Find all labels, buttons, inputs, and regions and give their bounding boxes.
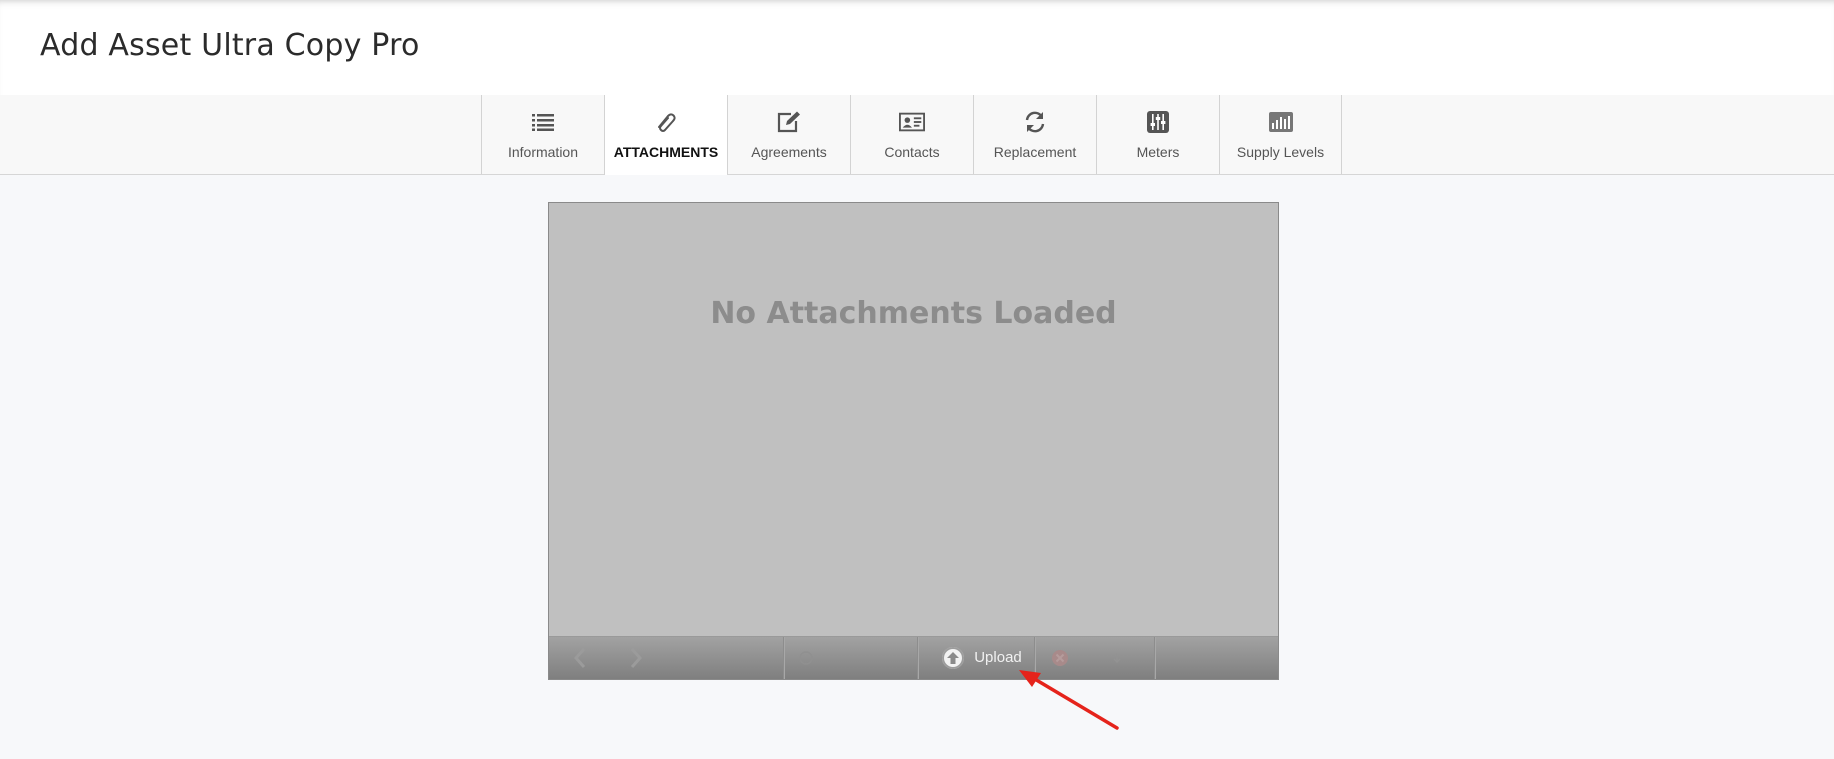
chevron-left-icon[interactable] (567, 637, 593, 679)
toolbar-divider (917, 637, 918, 679)
page-title: Add Asset Ultra Copy Pro (40, 28, 420, 63)
list-icon (530, 111, 556, 133)
sliders-icon (1145, 111, 1171, 133)
chevron-right-icon[interactable] (623, 637, 649, 679)
download-icon[interactable] (1109, 637, 1125, 679)
paperclip-icon (653, 111, 679, 133)
toolbar-divider (783, 637, 784, 679)
viewer-toolbar: Upload (549, 636, 1278, 679)
contact-card-icon (899, 111, 925, 133)
tab-meters[interactable]: Meters (1096, 95, 1219, 174)
tab-supply-levels[interactable]: Supply Levels (1219, 95, 1342, 174)
edit-icon (776, 111, 802, 133)
tab-list: Information ATTACHMENTS Agreements Conta… (481, 95, 1342, 175)
page-header: Add Asset Ultra Copy Pro (0, 0, 1834, 96)
tab-replacement[interactable]: Replacement (973, 95, 1096, 174)
refresh-icon (1022, 111, 1048, 133)
delete-icon[interactable] (1048, 637, 1072, 679)
empty-state-message: No Attachments Loaded (710, 296, 1117, 331)
tab-information-label: Information (507, 144, 579, 160)
toolbar-divider (1154, 637, 1155, 679)
toolbar-divider (1034, 637, 1035, 679)
tab-bar: Information ATTACHMENTS Agreements Conta… (0, 95, 1834, 175)
tab-attachments[interactable]: ATTACHMENTS (604, 95, 727, 175)
upload-icon (942, 647, 965, 669)
tab-contacts-label: Contacts (884, 144, 940, 160)
rotate-icon[interactable] (794, 637, 818, 679)
tab-supply-levels-label: Supply Levels (1236, 144, 1325, 160)
upload-button-label: Upload (974, 648, 1022, 666)
tab-attachments-label: ATTACHMENTS (613, 144, 719, 160)
tab-agreements-label: Agreements (751, 144, 827, 160)
upload-button[interactable]: Upload (933, 637, 1031, 679)
tab-agreements[interactable]: Agreements (727, 95, 850, 174)
tab-replacement-label: Replacement (993, 144, 1077, 160)
attachment-viewer: No Attachments Loaded Upload (548, 202, 1279, 680)
tab-information[interactable]: Information (481, 95, 604, 174)
tab-contacts[interactable]: Contacts (850, 95, 973, 174)
bar-chart-icon (1268, 111, 1294, 133)
tab-meters-label: Meters (1136, 144, 1180, 160)
